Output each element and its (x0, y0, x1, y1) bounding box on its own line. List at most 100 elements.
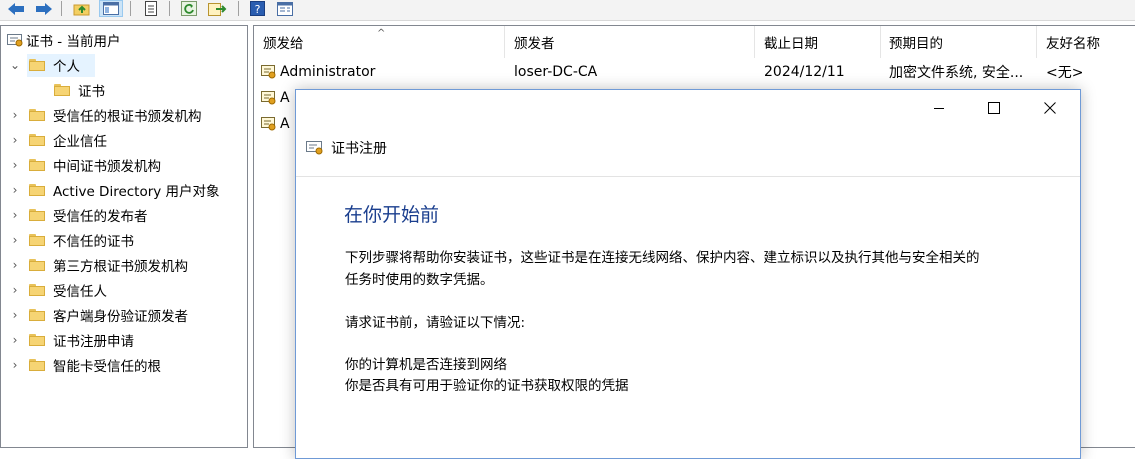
tree-item-label: 中间证书颁发机构 (53, 159, 161, 175)
chevron-right-icon[interactable]: › (9, 158, 21, 172)
document-icon (145, 1, 157, 16)
chevron-right-icon[interactable]: › (9, 358, 21, 372)
tree-item-label: 受信任的发布者 (53, 209, 148, 225)
chevron-right-icon[interactable]: › (9, 283, 21, 297)
certificate-enrollment-dialog: 证书注册 在你开始前 下列步骤将帮助你安装证书，这些证书是在连接无线网络、保护内… (295, 89, 1081, 459)
tree-item-enrollment-requests[interactable]: › 证书注册申请 (9, 329, 134, 351)
chevron-right-icon[interactable]: › (9, 258, 21, 272)
certificate-icon (260, 116, 278, 132)
tree-item-untrusted[interactable]: › 不信任的证书 (9, 229, 134, 251)
up-folder-button[interactable] (71, 0, 93, 17)
tree-item-personal[interactable]: ⌄ 个人 (9, 54, 95, 77)
chevron-right-icon[interactable]: › (9, 333, 21, 347)
tree-item-label: 企业信任 (53, 134, 107, 150)
chevron-right-icon[interactable]: › (9, 208, 21, 222)
cell-expiration: 2024/12/11 (764, 64, 845, 80)
folder-icon (29, 159, 45, 171)
chevron-right-icon[interactable]: › (9, 183, 21, 197)
tree-root[interactable]: 证书 - 当前用户 (6, 29, 120, 51)
folder-icon (29, 59, 45, 71)
cell-issued-to: A (280, 90, 290, 106)
forward-button[interactable] (34, 0, 54, 17)
tree-root-label: 证书 - 当前用户 (26, 34, 121, 50)
folder-icon (29, 109, 45, 121)
column-header-issuer[interactable]: 颁发者 (514, 26, 555, 58)
certificate-icon (260, 90, 278, 106)
folder-icon (29, 184, 45, 196)
certificate-store-icon (6, 32, 24, 48)
column-header-issued-to[interactable]: 颁发给 (263, 26, 304, 58)
tree-item-label: 证书注册申请 (53, 334, 134, 350)
show-hide-tree-button[interactable] (99, 0, 123, 17)
sort-ascending-icon: ^ (377, 28, 386, 39)
certificate-icon (260, 64, 278, 80)
chevron-right-icon[interactable]: › (9, 233, 21, 247)
minimize-icon (934, 108, 944, 109)
properties-button[interactable] (274, 0, 296, 17)
tree-item-third-party-root[interactable]: › 第三方根证书颁发机构 (9, 254, 188, 276)
maximize-button[interactable] (971, 90, 1017, 126)
folder-icon (29, 209, 45, 221)
close-button[interactable] (1027, 90, 1073, 126)
certificate-enrollment-icon (305, 140, 325, 160)
column-header-expiration[interactable]: 截止日期 (764, 26, 818, 58)
svg-text:?: ? (254, 3, 260, 16)
help-icon: ? (249, 1, 265, 16)
chevron-right-icon[interactable]: › (9, 308, 21, 322)
cell-issued-to: Administrator (280, 64, 376, 80)
cell-issuer: loser-DC-CA (514, 64, 598, 80)
check-credentials-text: 你是否具有可用于验证你的证书获取权限的凭据 (345, 378, 629, 394)
tree-item-label: 第三方根证书颁发机构 (53, 259, 188, 275)
folder-icon (29, 234, 45, 246)
tree-item-label: Active Directory 用户对象 (53, 184, 220, 200)
intro-text-line-2: 任务时使用的数字凭据。 (345, 272, 494, 288)
folder-icon (29, 134, 45, 146)
tree-item-label: 个人 (53, 59, 80, 75)
chevron-right-icon[interactable]: › (9, 133, 21, 147)
tree-item-label: 智能卡受信任的根 (53, 359, 161, 375)
folder-icon (29, 334, 45, 346)
minimize-button[interactable] (916, 90, 962, 126)
table-row[interactable]: Administrator loser-DC-CA 2024/12/11 加密文… (254, 59, 1134, 85)
close-icon (1044, 102, 1056, 114)
tree-item-client-auth-issuers[interactable]: › 客户端身份验证颁发者 (9, 304, 188, 326)
tree-item-smart-card-root[interactable]: › 智能卡受信任的根 (9, 354, 161, 376)
tree-item-trusted-publishers[interactable]: › 受信任的发布者 (9, 204, 148, 226)
dialog-header: 证书注册 (296, 126, 1080, 177)
cell-purposes: 加密文件系统, 安全... (889, 65, 1024, 81)
folder-up-icon (73, 4, 90, 15)
tree-item-trusted-root-ca[interactable]: › 受信任的根证书颁发机构 (9, 104, 202, 126)
tree-item-label: 不信任的证书 (53, 234, 134, 250)
intro-text-line-1: 下列步骤将帮助你安装证书，这些证书是在连接无线网络、保护内容、建立标识以及执行其… (345, 250, 980, 266)
tree-item-label: 证书 (78, 84, 105, 100)
back-button[interactable] (6, 0, 26, 17)
cell-friendly-name: <无> (1046, 65, 1084, 81)
tree-item-certificates[interactable]: 证书 (54, 79, 105, 101)
folder-icon (29, 359, 45, 371)
tree-item-trusted-people[interactable]: › 受信任人 (9, 279, 107, 301)
export-button[interactable] (206, 0, 230, 17)
prerequisites-text: 请求证书前，请验证以下情况: (345, 315, 526, 331)
refresh-button[interactable] (178, 0, 200, 17)
column-header-friendly-name[interactable]: 友好名称 (1046, 26, 1100, 58)
arrow-right-icon (36, 2, 52, 15)
page-title: 在你开始前 (344, 204, 440, 226)
dialog-title: 证书注册 (331, 141, 387, 157)
chevron-right-icon[interactable]: › (9, 108, 21, 122)
chevron-down-icon[interactable]: ⌄ (9, 58, 21, 72)
folder-icon (54, 84, 70, 96)
tree-item-label: 受信任人 (53, 284, 107, 300)
help-button[interactable]: ? (247, 0, 267, 17)
folder-icon (29, 284, 45, 296)
tree-item-intermediate-ca[interactable]: › 中间证书颁发机构 (9, 154, 161, 176)
folder-icon (29, 259, 45, 271)
export-list-button[interactable] (140, 0, 162, 17)
tree-item-enterprise-trust[interactable]: › 企业信任 (9, 129, 107, 151)
export-icon (208, 3, 227, 16)
tree-item-ad-user-object[interactable]: › Active Directory 用户对象 (9, 179, 220, 201)
column-header-purposes[interactable]: 预期目的 (889, 26, 943, 58)
refresh-icon (181, 1, 197, 16)
properties-icon (277, 1, 293, 16)
maximize-icon (988, 102, 1000, 114)
arrow-left-icon (8, 2, 24, 15)
